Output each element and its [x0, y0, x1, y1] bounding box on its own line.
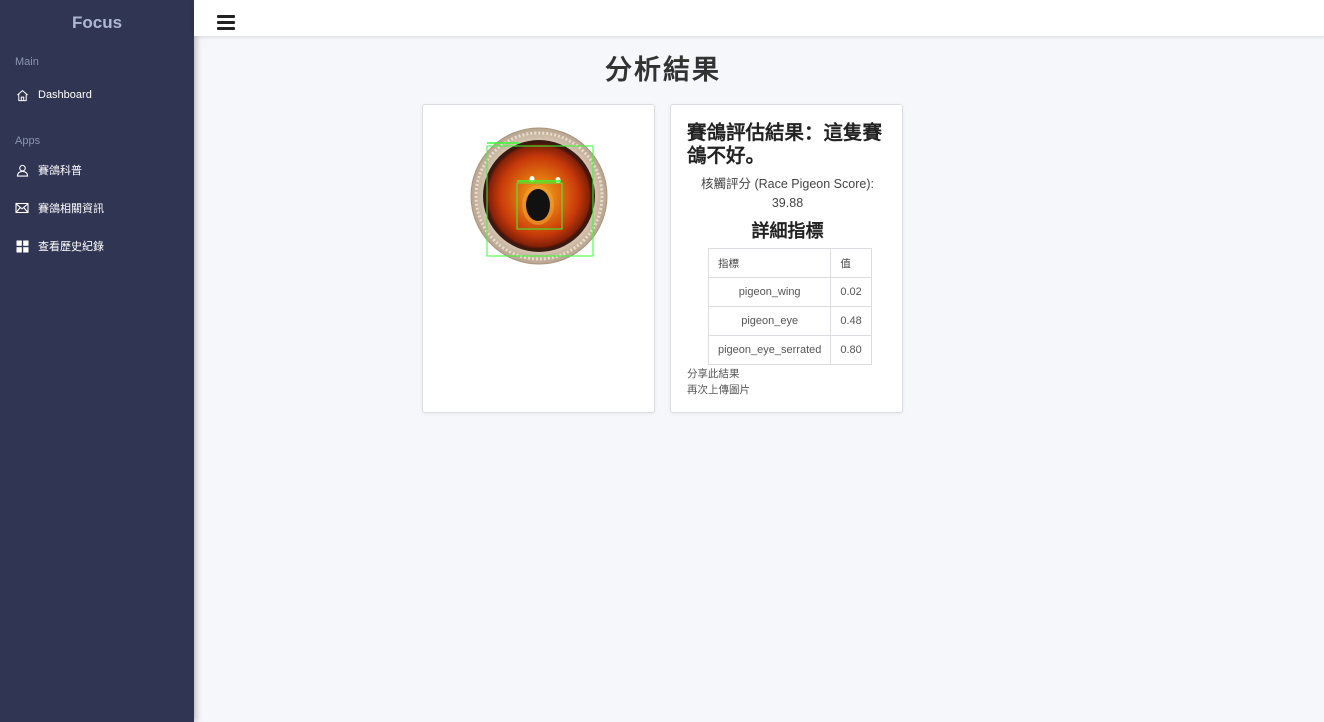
metric-value: 0.02	[830, 277, 872, 307]
result-title: 賽鴿評估結果：這隻賽鴿不好。	[687, 121, 883, 167]
score-value: 39.88	[771, 196, 804, 210]
sidebar-item-pigeon-info[interactable]: 賽鴿相關資訊	[0, 189, 194, 227]
result-card: 賽鴿評估結果：這隻賽鴿不好。 核觸評分 (Race Pigeon Score):…	[670, 104, 903, 413]
brand-logo[interactable]: Focus	[0, 0, 194, 46]
sidebar-item-dashboard[interactable]: Dashboard	[0, 76, 194, 114]
table-header-row: 指標 值	[707, 248, 872, 278]
table-row: pigeon_wing 0.02	[707, 277, 872, 307]
section-label-main: Main	[15, 56, 39, 68]
column-header-value: 值	[830, 248, 872, 278]
metric-name: pigeon_eye	[707, 306, 832, 336]
section-label-apps: Apps	[15, 135, 41, 147]
metrics-table: 指標 值 pigeon_wing 0.02 pigeon_eye 0.48 pi…	[707, 248, 872, 365]
hamburger-line	[217, 21, 235, 24]
home-icon	[15, 88, 29, 102]
metric-name: pigeon_wing	[707, 277, 832, 307]
topbar	[194, 0, 1324, 36]
sidebar-item-label: 查看歷史紀錄	[38, 241, 104, 253]
sidebar-item-label: Dashboard	[38, 89, 92, 101]
hamburger-line	[217, 27, 235, 30]
pigeon-eye-image	[469, 126, 609, 266]
table-row: pigeon_eye 0.48	[707, 306, 872, 336]
table-row: pigeon_eye_serrated 0.80	[707, 335, 872, 365]
column-header-metric: 指標	[707, 248, 832, 278]
sidebar-item-pigeon-science[interactable]: 賽鴿科普	[0, 151, 194, 189]
grid-icon	[15, 239, 29, 253]
share-result-link[interactable]: 分享此結果	[687, 366, 740, 381]
sidebar-item-history[interactable]: 查看歷史紀錄	[0, 227, 194, 265]
image-card	[422, 104, 655, 413]
page-title: 分析結果	[605, 55, 721, 86]
score-line: 核觸評分 (Race Pigeon Score): 39.88	[681, 175, 894, 213]
mail-icon	[15, 201, 29, 215]
hamburger-icon[interactable]	[217, 15, 235, 31]
reupload-image-link[interactable]: 再次上傳圖片	[687, 382, 750, 397]
sidebar-item-label: 賽鴿相關資訊	[38, 203, 104, 215]
sidebar-item-label: 賽鴿科普	[38, 165, 82, 177]
score-label: 核觸評分 (Race Pigeon Score):	[701, 177, 874, 191]
hamburger-line	[217, 15, 235, 18]
user-icon	[15, 163, 29, 177]
detail-title: 詳細指標	[751, 221, 824, 242]
metric-value: 0.48	[830, 306, 872, 336]
metric-value: 0.80	[830, 335, 872, 365]
sidebar: Focus Main Dashboard Apps 賽鴿科普 賽鴿相關資訊 查看…	[0, 0, 194, 722]
metric-name: pigeon_eye_serrated	[707, 335, 832, 365]
